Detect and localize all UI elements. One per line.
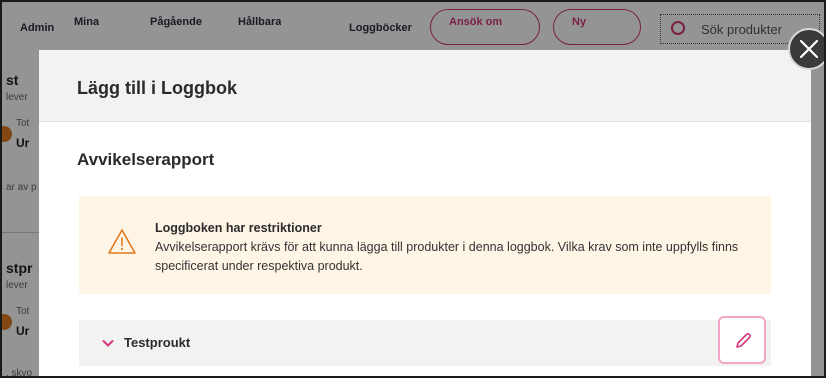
section-title: Avvikelserapport (77, 150, 215, 169)
alert-title: Loggboken har restriktioner (155, 221, 322, 235)
modal-header: Lägg till i Loggbok (39, 50, 811, 122)
product-row[interactable]: Testproukt (79, 320, 771, 366)
app-frame: Admin Mina Pågående Hållbara Loggböcker … (0, 0, 826, 378)
restriction-alert: Loggboken har restriktioner Avvikelserap… (79, 196, 771, 294)
modal-title: Lägg till i Loggbok (77, 78, 237, 98)
add-to-logbook-modal: Lägg till i Loggbok Avvikelserapport Log… (39, 50, 811, 376)
product-name: Testproukt (124, 335, 191, 350)
warning-icon (107, 228, 137, 256)
alert-text: Avvikelserapport krävs för att kunna läg… (155, 240, 739, 273)
close-modal-button[interactable] (788, 28, 824, 70)
chevron-down-icon[interactable] (101, 336, 115, 350)
edit-product-button[interactable] (718, 316, 766, 364)
